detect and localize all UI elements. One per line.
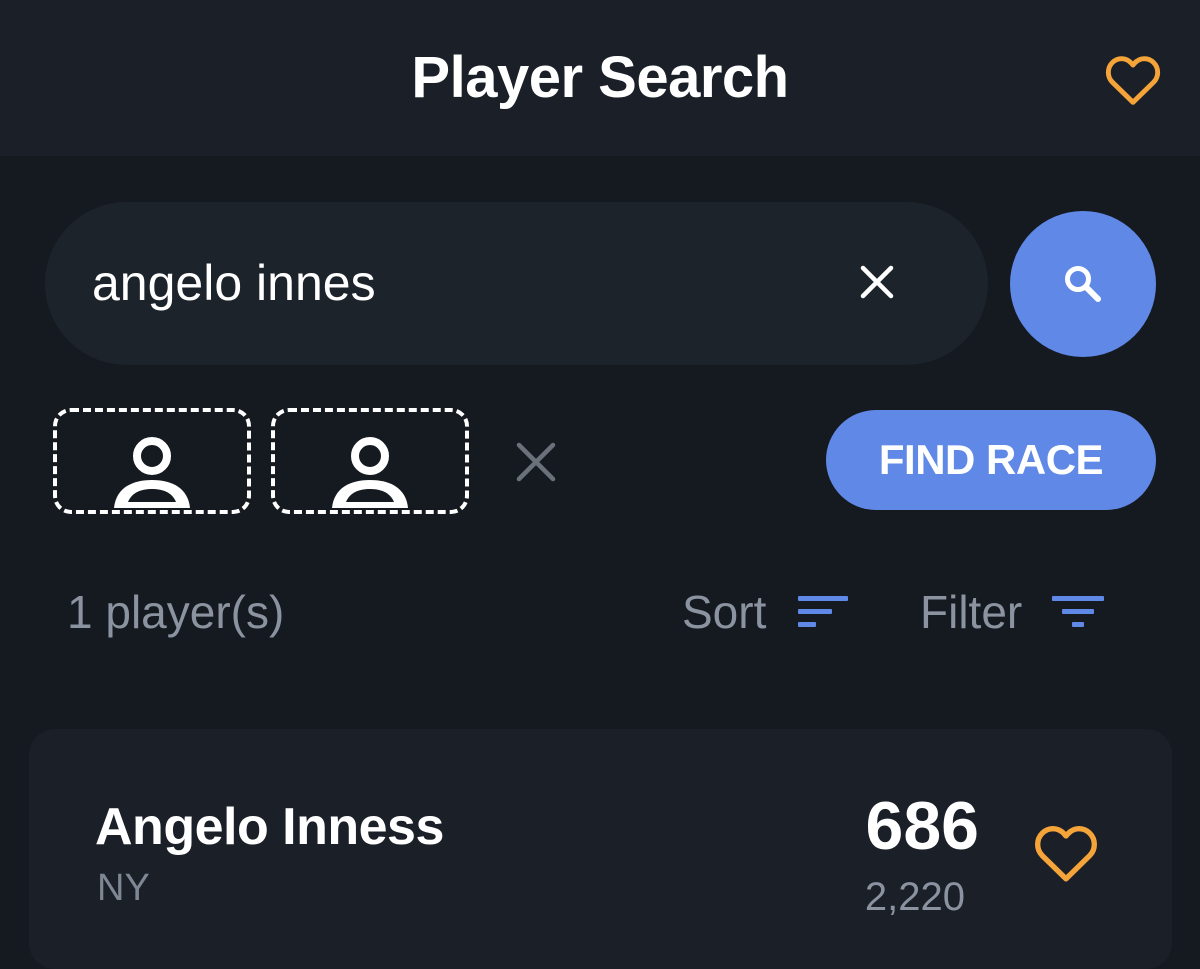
player-name: Angelo Inness — [95, 798, 444, 856]
search-input[interactable] — [92, 254, 812, 312]
person-placeholder-icon — [332, 437, 408, 508]
find-race-button[interactable]: FIND RACE — [826, 410, 1156, 510]
filter-button[interactable]: Filter — [920, 585, 1105, 639]
sort-icon — [798, 596, 849, 627]
clear-search-button[interactable] — [855, 260, 899, 304]
player-score: 686 — [865, 788, 979, 864]
heart-outline-icon — [1035, 825, 1097, 882]
sort-button[interactable]: Sort — [682, 585, 850, 639]
sort-label: Sort — [682, 586, 767, 638]
page-title: Player Search — [411, 45, 789, 110]
player-card[interactable]: Angelo Inness NY 686 2,220 — [29, 729, 1172, 969]
close-icon — [516, 442, 556, 482]
player-secondary-score: 2,220 — [864, 875, 965, 919]
person-placeholder-icon — [114, 437, 190, 508]
search-button[interactable] — [1010, 211, 1156, 357]
clear-race-slots-button[interactable] — [513, 439, 559, 485]
favorites-button[interactable] — [1100, 48, 1166, 110]
filter-label: Filter — [920, 586, 1023, 638]
results-count: 1 player(s) — [67, 586, 285, 638]
filter-icon — [1052, 596, 1105, 627]
favorite-player-button[interactable] — [1029, 819, 1103, 885]
close-icon — [860, 265, 894, 299]
search-icon — [1065, 266, 1101, 302]
app-header: Player Search — [0, 0, 1200, 156]
race-player-slot[interactable] — [53, 408, 251, 514]
heart-outline-icon — [1105, 56, 1161, 105]
race-player-slot[interactable] — [271, 408, 469, 514]
search-bar — [45, 202, 988, 365]
player-state: NY — [97, 867, 150, 909]
